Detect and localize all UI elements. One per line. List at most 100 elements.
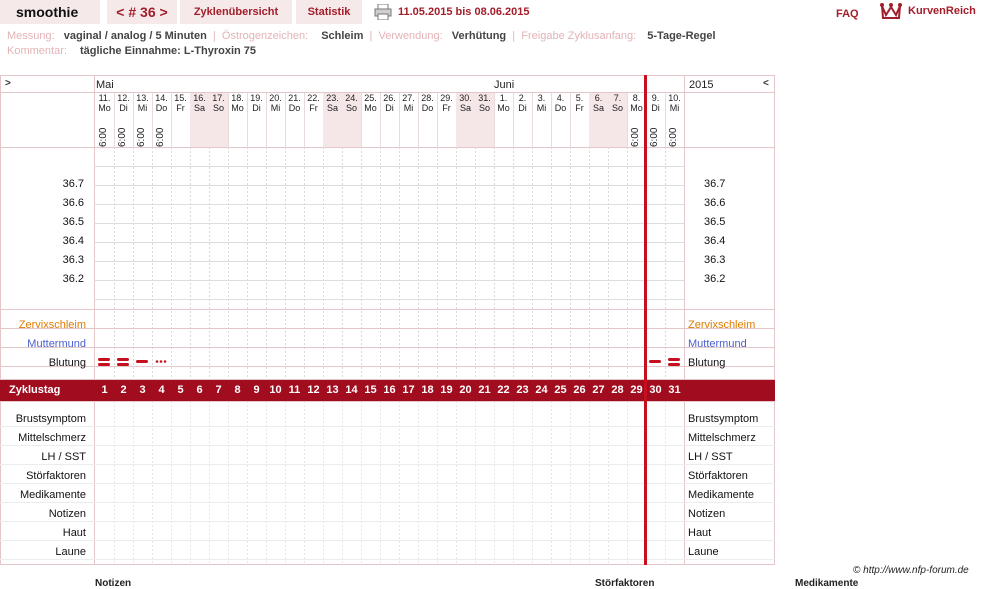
- cycle-day-number: 8: [234, 384, 241, 396]
- scroll-left-button[interactable]: >: [5, 78, 11, 89]
- bleeding-mark-mittel[interactable]: [647, 356, 663, 366]
- day-header[interactable]: 24. So: [342, 93, 361, 147]
- symptom-row-label-right: Laune: [688, 546, 719, 558]
- temp-axis-label-right: 36.3: [704, 254, 726, 266]
- day-header[interactable]: 11. Mo 6:00: [95, 93, 114, 147]
- weekday: Sa: [193, 103, 205, 113]
- temp-axis-label: 36.3: [62, 254, 84, 266]
- measure-time: 6:00: [155, 127, 166, 147]
- day-header[interactable]: 15. Fr: [171, 93, 190, 147]
- measure-time: 6:00: [649, 127, 660, 147]
- day-number: 12.: [117, 93, 130, 103]
- bleeding-mark-mittel[interactable]: [134, 356, 150, 366]
- day-header[interactable]: 18. Mo: [228, 93, 247, 147]
- measure-time: 6:00: [117, 127, 128, 147]
- weekday: Di: [119, 103, 128, 113]
- month-label-june: Juni: [494, 79, 515, 91]
- weekday: Di: [252, 103, 261, 113]
- day-number: 31.: [478, 93, 491, 103]
- cycle-navigator[interactable]: < # 36 >: [107, 0, 177, 24]
- symptom-row-label-right: Haut: [688, 527, 712, 539]
- weekday: Di: [385, 103, 394, 113]
- weekday: Mi: [403, 103, 414, 113]
- day-header[interactable]: 6. Sa: [589, 93, 608, 147]
- day-header[interactable]: 9. Di 6:00: [646, 93, 665, 147]
- day-number: 13.: [136, 93, 149, 103]
- weekday: So: [212, 103, 224, 113]
- day-header[interactable]: 17. So: [209, 93, 228, 147]
- day-number: 19.: [250, 93, 263, 103]
- day-number: 5.: [575, 93, 584, 103]
- weekday: Fr: [575, 103, 584, 113]
- symptom-row-label-right: Medikamente: [688, 489, 755, 501]
- day-header[interactable]: 30. Sa: [456, 93, 475, 147]
- cycle-day-number: 10: [269, 384, 282, 396]
- day-header[interactable]: 27. Mi: [399, 93, 418, 147]
- temp-axis-label: 36.7: [62, 178, 84, 190]
- cycle-day-number: 15: [364, 384, 377, 396]
- symptom-row-label: Laune: [55, 546, 86, 558]
- weekday: Mi: [270, 103, 281, 113]
- weekday: Fr: [176, 103, 185, 113]
- cycle-day-number: 11: [288, 384, 301, 396]
- faq-link[interactable]: FAQ: [836, 8, 859, 20]
- day-header[interactable]: 20. Mi: [266, 93, 285, 147]
- day-header[interactable]: 10. Mi 6:00: [665, 93, 684, 147]
- day-header[interactable]: 25. Mo: [361, 93, 380, 147]
- scroll-right-button[interactable]: <: [763, 78, 769, 89]
- day-number: 15.: [174, 93, 187, 103]
- printer-icon[interactable]: [374, 4, 392, 20]
- day-number: 30.: [459, 93, 472, 103]
- comment-value: tägliche Einnahme: L-Thyroxin 75: [79, 45, 257, 57]
- tab-cycle-overview[interactable]: Zyklenübersicht: [180, 0, 292, 24]
- day-number: 18.: [231, 93, 244, 103]
- cycle-day-number: 6: [196, 384, 203, 396]
- cycle-day-number: 17: [402, 384, 415, 396]
- day-header[interactable]: 19. Di: [247, 93, 266, 147]
- day-header[interactable]: 12. Di 6:00: [114, 93, 133, 147]
- bleeding-mark-stark[interactable]: [115, 356, 131, 366]
- cycle-day-label: Zyklustag: [9, 384, 61, 396]
- day-number: 10.: [668, 93, 681, 103]
- day-header[interactable]: 3. Mi: [532, 93, 551, 147]
- day-header[interactable]: 7. So: [608, 93, 627, 147]
- cycle-day-number: 26: [573, 384, 586, 396]
- tab-statistics[interactable]: Statistik: [296, 0, 362, 24]
- day-header[interactable]: 5. Fr: [570, 93, 589, 147]
- day-header[interactable]: 21. Do: [285, 93, 304, 147]
- day-number: 28.: [421, 93, 434, 103]
- logo[interactable]: KurvenReich: [880, 2, 981, 20]
- bleeding-mark-stark[interactable]: [666, 356, 682, 366]
- day-header[interactable]: 2. Di: [513, 93, 532, 147]
- bleeding-mark-schmier[interactable]: [153, 356, 169, 366]
- day-header[interactable]: 4. Do: [551, 93, 570, 147]
- day-header[interactable]: 14. Do 6:00: [152, 93, 171, 147]
- estrogen-value: Schleim: [321, 30, 364, 42]
- measure-time: 6:00: [98, 127, 109, 147]
- row-label-bleeding-right: Blutung: [688, 357, 726, 369]
- weekday: Di: [651, 103, 660, 113]
- day-header[interactable]: 16. Sa: [190, 93, 209, 147]
- symptom-row-label: Brustsymptom: [15, 413, 86, 425]
- day-number: 14.: [155, 93, 168, 103]
- day-header[interactable]: 31. So: [475, 93, 494, 147]
- meta-line-1: Messung: vaginal / analog / 5 Minuten | …: [7, 30, 716, 42]
- cycle-day-number: 27: [592, 384, 605, 396]
- day-number: 7.: [613, 93, 622, 103]
- day-header[interactable]: 1. Mo: [494, 93, 513, 147]
- date-range: 11.05.2015 bis 08.06.2015: [398, 6, 530, 18]
- weekday: Fr: [442, 103, 451, 113]
- day-header[interactable]: 23. Sa: [323, 93, 342, 147]
- day-header[interactable]: 28. Do: [418, 93, 437, 147]
- row-label-cervical-mucus-right: Zervixschleim: [688, 319, 756, 331]
- temp-axis-label-right: 36.7: [704, 178, 726, 190]
- day-header[interactable]: 13. Mi 6:00: [133, 93, 152, 147]
- day-header[interactable]: 29. Fr: [437, 93, 456, 147]
- day-number: 22.: [307, 93, 320, 103]
- footer-medication-heading: Medikamente: [795, 578, 859, 589]
- day-header[interactable]: 26. Di: [380, 93, 399, 147]
- day-header[interactable]: 22. Fr: [304, 93, 323, 147]
- bleeding-mark-stark[interactable]: [96, 356, 112, 366]
- measure-time: 6:00: [668, 127, 679, 147]
- cycle-day-number: 12: [307, 384, 320, 396]
